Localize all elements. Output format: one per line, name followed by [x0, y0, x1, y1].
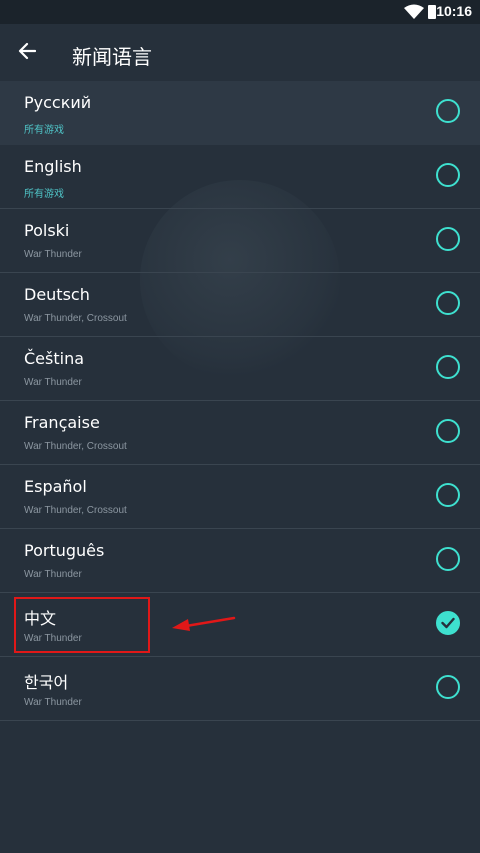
status-time: 10:16 — [436, 3, 472, 19]
language-name: English — [24, 157, 82, 176]
radio-button-checked[interactable] — [436, 611, 460, 635]
radio-button[interactable] — [436, 291, 460, 315]
language-games: War Thunder, Crossout — [24, 441, 127, 452]
radio-button[interactable] — [436, 547, 460, 571]
language-item-russian[interactable]: Русский 所有游戏 — [0, 81, 480, 145]
language-name: 한국어 — [24, 673, 69, 692]
language-games: War Thunder — [24, 697, 82, 708]
annotation-arrow-icon — [172, 616, 236, 631]
language-games: 所有游戏 — [24, 189, 64, 200]
language-name: Español — [24, 477, 87, 496]
language-name: Deutsch — [24, 285, 90, 304]
battery-icon — [428, 5, 436, 19]
language-games: 所有游戏 — [24, 125, 64, 136]
language-item-english[interactable]: English 所有游戏 — [0, 145, 480, 209]
wifi-icon — [404, 4, 424, 19]
radio-button[interactable] — [436, 163, 460, 187]
language-name: Português — [24, 541, 105, 560]
checkmark-icon — [441, 617, 455, 629]
back-button[interactable] — [10, 32, 50, 72]
language-item-korean[interactable]: 한국어 War Thunder — [0, 657, 480, 721]
radio-button[interactable] — [436, 355, 460, 379]
language-item-portuguese[interactable]: Português War Thunder — [0, 529, 480, 593]
language-name: Française — [24, 413, 100, 432]
arrow-back-icon — [18, 42, 36, 60]
language-games: War Thunder, Crossout — [24, 505, 127, 516]
radio-button[interactable] — [436, 419, 460, 443]
language-games: War Thunder, Crossout — [24, 313, 127, 324]
language-name: Polski — [24, 221, 70, 240]
page-title: 新闻语言 — [72, 45, 152, 69]
language-games: War Thunder — [24, 569, 82, 580]
language-item-french[interactable]: Française War Thunder, Crossout — [0, 401, 480, 465]
radio-button[interactable] — [436, 675, 460, 699]
radio-button[interactable] — [436, 227, 460, 251]
language-games: War Thunder — [24, 249, 82, 260]
language-name: Čeština — [24, 349, 85, 368]
language-games: War Thunder — [24, 377, 82, 388]
language-item-spanish[interactable]: Español War Thunder, Crossout — [0, 465, 480, 529]
language-item-czech[interactable]: Čeština War Thunder — [0, 337, 480, 401]
language-item-polish[interactable]: Polski War Thunder — [0, 209, 480, 273]
status-bar: 10:16 — [0, 0, 480, 24]
language-item-german[interactable]: Deutsch War Thunder, Crossout — [0, 273, 480, 337]
language-name: Русский — [24, 93, 92, 112]
radio-button[interactable] — [436, 99, 460, 123]
app-bar: 新闻语言 — [0, 24, 480, 81]
annotation-highlight-box — [14, 597, 150, 653]
radio-button[interactable] — [436, 483, 460, 507]
